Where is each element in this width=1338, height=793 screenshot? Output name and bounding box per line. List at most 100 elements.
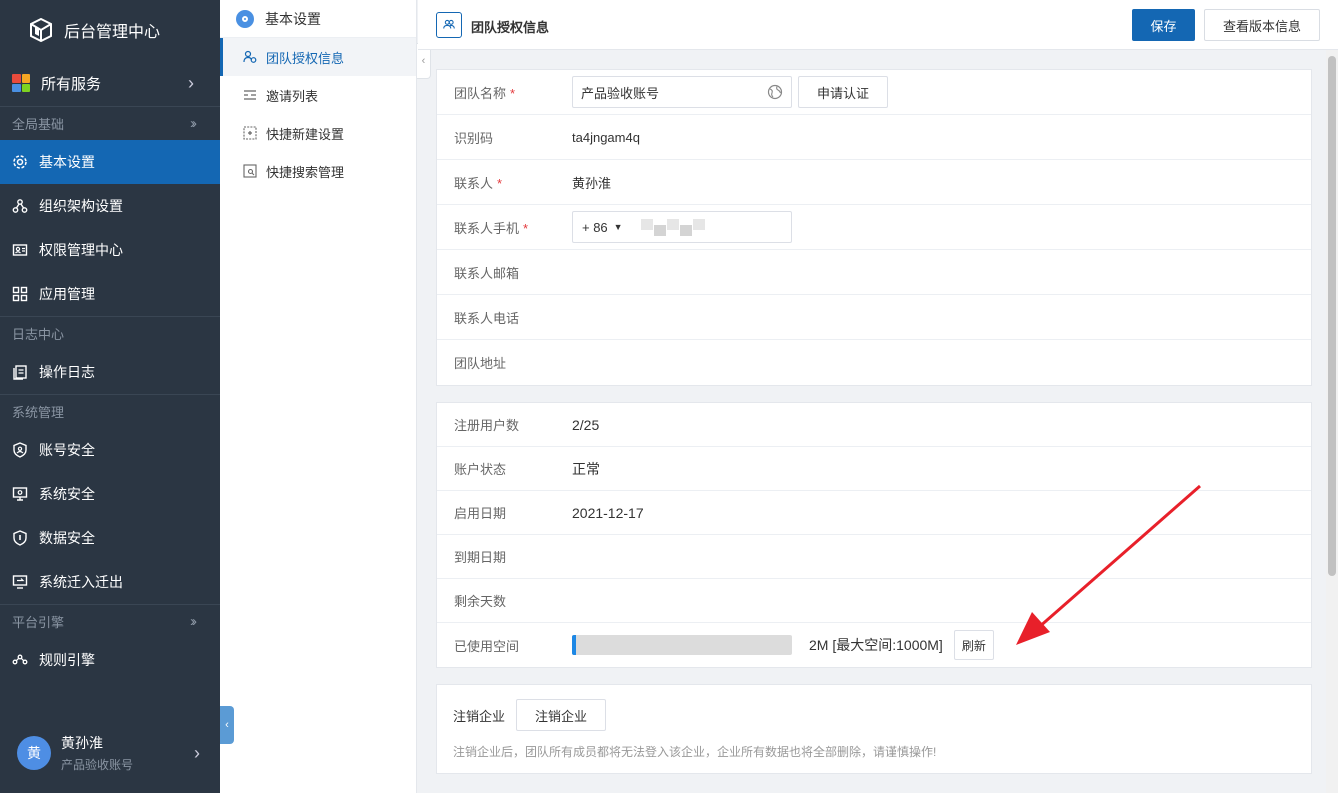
nav-item-label: 系统安全: [39, 486, 95, 502]
form-row-phone: 联系人手机 * + 86 ▼: [437, 205, 1311, 250]
nav-item-basic-settings[interactable]: 基本设置: [0, 140, 220, 184]
gear-icon: [12, 154, 28, 170]
submenu-title: 基本设置: [265, 10, 321, 27]
page-header: 团队授权信息 保存 查看版本信息: [418, 0, 1338, 50]
space-progress-fill: [572, 635, 577, 655]
brand[interactable]: 后台管理中心: [0, 0, 220, 60]
apps-icon: [12, 286, 28, 302]
submenu-item-invite-list[interactable]: 邀请列表: [220, 76, 416, 114]
users-value: 2/25: [572, 416, 600, 433]
page-scrollbar[interactable]: [1326, 50, 1338, 793]
annotation-arrow-icon: [1016, 484, 1201, 645]
code-label: 识别码: [454, 130, 494, 146]
shield-icon: [12, 530, 28, 546]
nav-item-account-security[interactable]: 账号安全: [0, 428, 220, 472]
page-title: 团队授权信息: [471, 20, 550, 35]
team-name-label: 团队名称: [454, 85, 507, 101]
cancel-enterprise-button[interactable]: 注销企业: [516, 699, 607, 731]
nav-item-system-security[interactable]: 系统安全: [0, 472, 220, 516]
group-header-global[interactable]: 全局基础 ››: [0, 106, 220, 140]
nav-item-label: 权限管理中心: [39, 242, 123, 258]
cancel-enterprise-panel: 注销企业 注销企业 注销企业后，团队所有成员都将无法登入该企业，企业所有数据也将…: [436, 684, 1312, 774]
team-name-input[interactable]: 产品验收账号: [572, 76, 792, 108]
form-row-contact: 联系人 * 黄孙淮: [437, 160, 1311, 205]
group-header-label: 日志中心: [12, 327, 65, 342]
nav-item-label: 操作日志: [39, 364, 95, 380]
start-date-label: 启用日期: [454, 506, 507, 521]
refresh-button[interactable]: 刷新: [953, 630, 994, 660]
monitor-lock-icon: [12, 486, 28, 502]
nav-item-operation-log[interactable]: 操作日志: [0, 350, 220, 394]
nav-item-org-settings[interactable]: 组织架构设置: [0, 184, 220, 228]
globe-icon[interactable]: [767, 84, 783, 100]
submenu-item-label: 团队授权信息: [266, 50, 345, 66]
settings-submenu: 基本设置 团队授权信息 邀请列表 快捷新建设置 快捷搜索管理: [220, 0, 417, 793]
form-row-email: 联系人邮箱: [437, 250, 1311, 295]
submenu-item-team-auth[interactable]: 团队授权信息: [220, 38, 416, 76]
submenu-item-quick-search[interactable]: 快捷搜索管理: [220, 152, 416, 190]
country-code-select[interactable]: + 86: [582, 220, 608, 235]
info-row-users: 注册用户数 2/25: [437, 403, 1311, 447]
org-tree-icon: [12, 198, 28, 214]
status-value: 正常: [572, 460, 600, 477]
nav-item-data-security[interactable]: 数据安全: [0, 516, 220, 560]
save-button[interactable]: 保存: [1132, 9, 1195, 41]
nav-item-label: 数据安全: [39, 530, 95, 546]
space-progress-bar: [572, 635, 792, 655]
nav-item-label: 基本设置: [39, 154, 95, 170]
shield-user-icon: [12, 442, 28, 458]
team-info-panel: 团队名称 * 产品验收账号 申请认证 识别码 ta4jngam4q 联系人 * 黄孙…: [436, 69, 1312, 386]
expand-sidebar-handle[interactable]: ‹: [220, 706, 234, 744]
nav-item-rule-engine[interactable]: 规则引擎: [0, 638, 220, 682]
search-box-icon: [243, 164, 257, 178]
cube-logo-icon: [30, 18, 52, 42]
users-label: 注册用户数: [454, 418, 520, 433]
contact-label: 联系人: [454, 175, 494, 191]
space-usage-text: 2M [最大空间:1000M]: [809, 637, 943, 653]
nav-item-system-migration[interactable]: 系统迁入迁出: [0, 560, 220, 604]
form-row-code: 识别码 ta4jngam4q: [437, 115, 1311, 160]
chevron-left-icon: ‹: [225, 719, 229, 731]
brand-title: 后台管理中心: [64, 24, 161, 41]
remaining-label: 剩余天数: [454, 594, 507, 609]
nav-item-app-management[interactable]: 应用管理: [0, 272, 220, 316]
chevron-right-icon: ›: [194, 742, 200, 763]
required-mark: *: [523, 220, 529, 236]
all-services-menu[interactable]: 所有服务 ›: [0, 60, 220, 106]
scrollbar-thumb[interactable]: [1328, 56, 1336, 576]
contact-value: 黄孙淮: [572, 175, 612, 191]
team-icon: [243, 50, 257, 64]
nav-item-permission-center[interactable]: 权限管理中心: [0, 228, 220, 272]
submenu-item-label: 邀请列表: [266, 88, 319, 104]
double-chevron-icon: ››: [190, 115, 197, 132]
nav-item-label: 应用管理: [39, 286, 95, 302]
start-date-value: 2021-12-17: [572, 504, 644, 521]
apply-certification-button[interactable]: 申请认证: [798, 76, 889, 108]
user-profile[interactable]: 黄 黄孙淮 产品验收账号 ›: [0, 713, 220, 793]
main-sidebar: 后台管理中心 所有服务 › 全局基础 ›› 基本设置 组织架构设置 权限管理中心: [0, 0, 220, 793]
space-label: 已使用空间: [454, 638, 520, 654]
form-row-tel: 联系人电话: [437, 295, 1311, 340]
redacted-phone: [640, 218, 706, 236]
status-label: 账户状态: [454, 462, 507, 477]
chevron-right-icon: ›: [188, 72, 194, 93]
submenu-item-label: 快捷新建设置: [266, 126, 345, 142]
submenu-header: 基本设置: [220, 0, 416, 38]
document-copy-icon: [12, 364, 28, 380]
group-header-engine[interactable]: 平台引擎 ››: [0, 604, 220, 638]
settings-circle-icon: [236, 9, 254, 28]
group-header-log: 日志中心: [0, 316, 220, 350]
submenu-item-label: 快捷搜索管理: [266, 164, 345, 180]
phone-input[interactable]: + 86 ▼: [572, 211, 792, 243]
list-icon: [243, 88, 257, 102]
view-version-button[interactable]: 查看版本信息: [1204, 9, 1320, 41]
group-header-label: 全局基础: [12, 117, 65, 132]
chevron-left-icon: ‹: [421, 55, 426, 67]
code-value: ta4jngam4q: [572, 129, 640, 145]
nav-item-label: 系统迁入迁出: [39, 574, 123, 590]
id-card-icon: [12, 242, 28, 258]
user-name: 黄孙淮: [61, 735, 103, 751]
form-row-team-name: 团队名称 * 产品验收账号 申请认证: [437, 70, 1311, 115]
submenu-item-quick-create[interactable]: 快捷新建设置: [220, 114, 416, 152]
double-chevron-icon: ››: [190, 613, 197, 630]
